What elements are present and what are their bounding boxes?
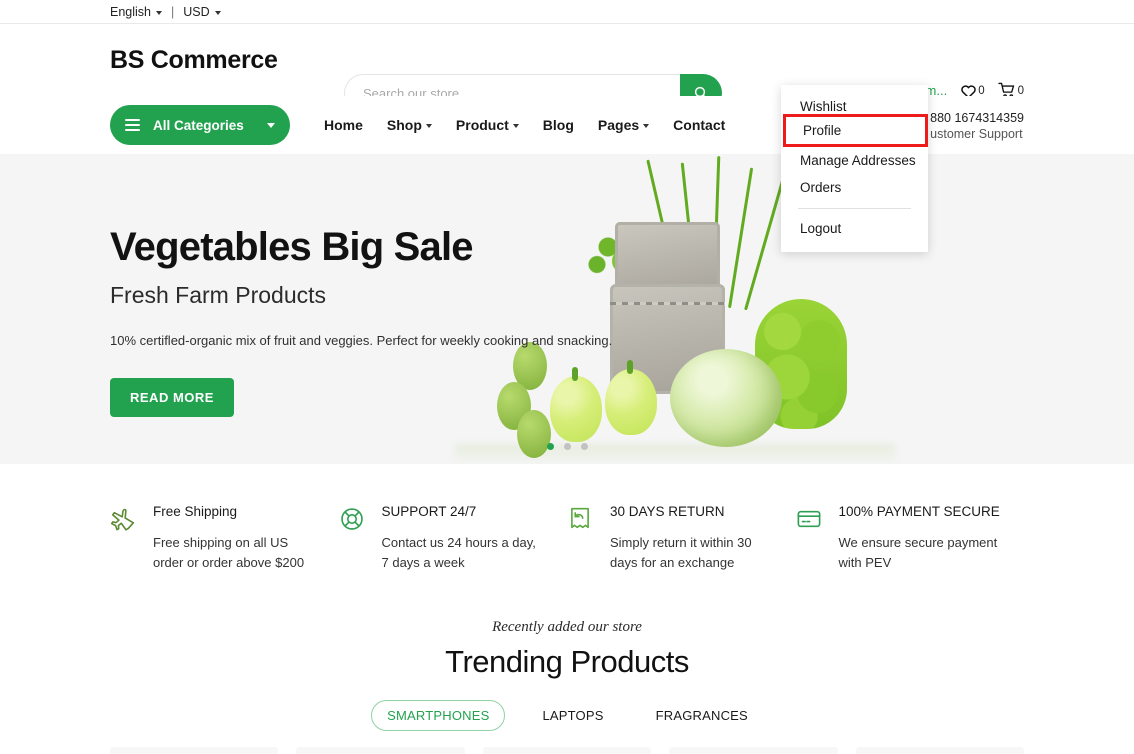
nav-item-product[interactable]: Product	[456, 117, 519, 133]
hero-subtitle: Fresh Farm Products	[110, 282, 326, 308]
language-selector[interactable]: English	[110, 5, 162, 19]
top-utility-bar: English | USD	[0, 0, 1134, 24]
trending-title: Trending Products	[445, 644, 689, 679]
all-categories-button[interactable]: All Categories	[110, 105, 290, 145]
product-card[interactable]: Sale -5	[669, 747, 838, 754]
nav-label: Home	[324, 117, 363, 133]
site-logo[interactable]: BS Commerce	[110, 46, 278, 75]
read-more-button[interactable]: READ MORE	[110, 378, 234, 417]
feature-secure-payment: 100% PAYMENT SECURE We ensure secure pay…	[796, 504, 1025, 573]
nav-label: Shop	[386, 117, 422, 133]
topbar-divider: |	[171, 4, 175, 19]
hamburger-icon	[125, 119, 140, 131]
feature-support: SUPPORT 24/7 Contact us 24 hours a day, …	[339, 504, 568, 573]
nav-item-home[interactable]: Home	[324, 117, 363, 133]
feature-title: SUPPORT 24/7	[381, 504, 477, 519]
nav-item-shop[interactable]: Shop	[387, 117, 432, 133]
airplane-icon	[110, 504, 140, 573]
site-header: BS Commerce hasibulalam61919@gm... 0 0	[0, 24, 1134, 112]
product-card[interactable]: Sale -2	[482, 747, 652, 754]
chevron-down-icon	[512, 124, 519, 128]
carousel-dot-3[interactable]	[580, 443, 588, 450]
nav-item-pages[interactable]: Pages	[597, 117, 650, 133]
wishlist-count: 0	[978, 84, 985, 97]
menu-divider	[798, 208, 911, 209]
features-strip: Free Shipping Free shipping on all US or…	[0, 464, 1134, 573]
feature-desc: Free shipping on all US order or order a…	[153, 535, 305, 570]
feature-free-shipping: Free Shipping Free shipping on all US or…	[110, 504, 339, 573]
hero-title: Vegetables Big Sale	[110, 225, 474, 269]
main-navbar: All Categories Home Shop Product Blog Pa…	[0, 96, 1134, 154]
chevron-down-icon	[425, 124, 432, 128]
nav-label: Product	[455, 117, 509, 133]
return-arrow-icon	[567, 504, 597, 573]
nav-label: Contact	[673, 117, 726, 133]
feature-title: 100% PAYMENT SECURE	[838, 504, 1000, 519]
hero-banner: Vegetables Big Sale Fresh Farm Products …	[0, 154, 1134, 464]
account-dropdown-menu: Wishlist Profile Manage Addresses Orders…	[781, 85, 928, 252]
credit-card-icon	[796, 504, 826, 573]
tab-laptops[interactable]: LAPTOPS	[527, 701, 618, 730]
feature-title: Free Shipping	[153, 504, 238, 519]
language-label: English	[110, 4, 151, 19]
tab-smartphones[interactable]: SMARTPHONES	[371, 700, 506, 731]
contact-info: 880 1674314359 ustomer Support	[930, 110, 1024, 142]
category-tabs: SMARTPHONES LAPTOPS FRAGRANCES	[0, 700, 1134, 731]
nav-item-blog[interactable]: Blog	[543, 117, 574, 133]
product-grid: Sale -2 Sale -2 Sale -2 Sale -5 Sale -10	[0, 731, 1134, 754]
trending-eyebrow: Recently added our store	[492, 619, 642, 635]
chevron-down-icon	[156, 10, 162, 15]
trending-products-section: Recently added our store Trending Produc…	[0, 619, 1134, 731]
feature-desc: Contact us 24 hours a day, 7 days a week	[381, 535, 536, 570]
currency-label: USD	[183, 4, 210, 19]
carousel-dot-2[interactable]	[563, 443, 571, 450]
menu-item-profile[interactable]: Profile	[783, 114, 928, 147]
contact-support-label: ustomer Support	[930, 127, 1023, 141]
product-card[interactable]: Sale -10	[855, 747, 1025, 754]
menu-item-manage-addresses[interactable]: Manage Addresses	[781, 147, 928, 174]
zucchini-decoration	[517, 410, 551, 458]
cart-count: 0	[1017, 84, 1024, 97]
feature-desc: Simply return it within 30 days for an e…	[610, 535, 752, 570]
menu-item-logout[interactable]: Logout	[781, 215, 928, 242]
tab-fragrances[interactable]: FRAGRANCES	[641, 701, 763, 730]
product-card[interactable]: Sale -2	[110, 747, 279, 754]
feature-desc: We ensure secure payment with PEV	[838, 535, 998, 570]
currency-selector[interactable]: USD	[183, 4, 221, 19]
carousel-dots	[0, 443, 1134, 450]
hero-content: Vegetables Big Sale Fresh Farm Products …	[0, 154, 720, 417]
menu-item-orders[interactable]: Orders	[781, 174, 928, 201]
chevron-down-icon	[267, 122, 275, 128]
contact-phone: 880 1674314359	[930, 111, 1024, 125]
nav-links: Home Shop Product Blog Pages Contact	[324, 117, 725, 133]
nav-label: Pages	[597, 117, 640, 133]
feature-returns: 30 DAYS RETURN Simply return it within 3…	[567, 504, 796, 573]
lifebuoy-icon	[339, 504, 369, 573]
all-categories-label: All Categories	[153, 117, 244, 133]
chevron-down-icon	[643, 124, 650, 128]
product-card[interactable]: Sale -2	[296, 747, 465, 754]
nav-item-contact[interactable]: Contact	[673, 117, 725, 133]
carousel-dot-1[interactable]	[546, 443, 554, 450]
chevron-down-icon	[214, 10, 221, 15]
hero-description: 10% certifled-organic mix of fruit and v…	[110, 333, 613, 348]
feature-title: 30 DAYS RETURN	[610, 504, 725, 519]
nav-label: Blog	[542, 117, 574, 133]
